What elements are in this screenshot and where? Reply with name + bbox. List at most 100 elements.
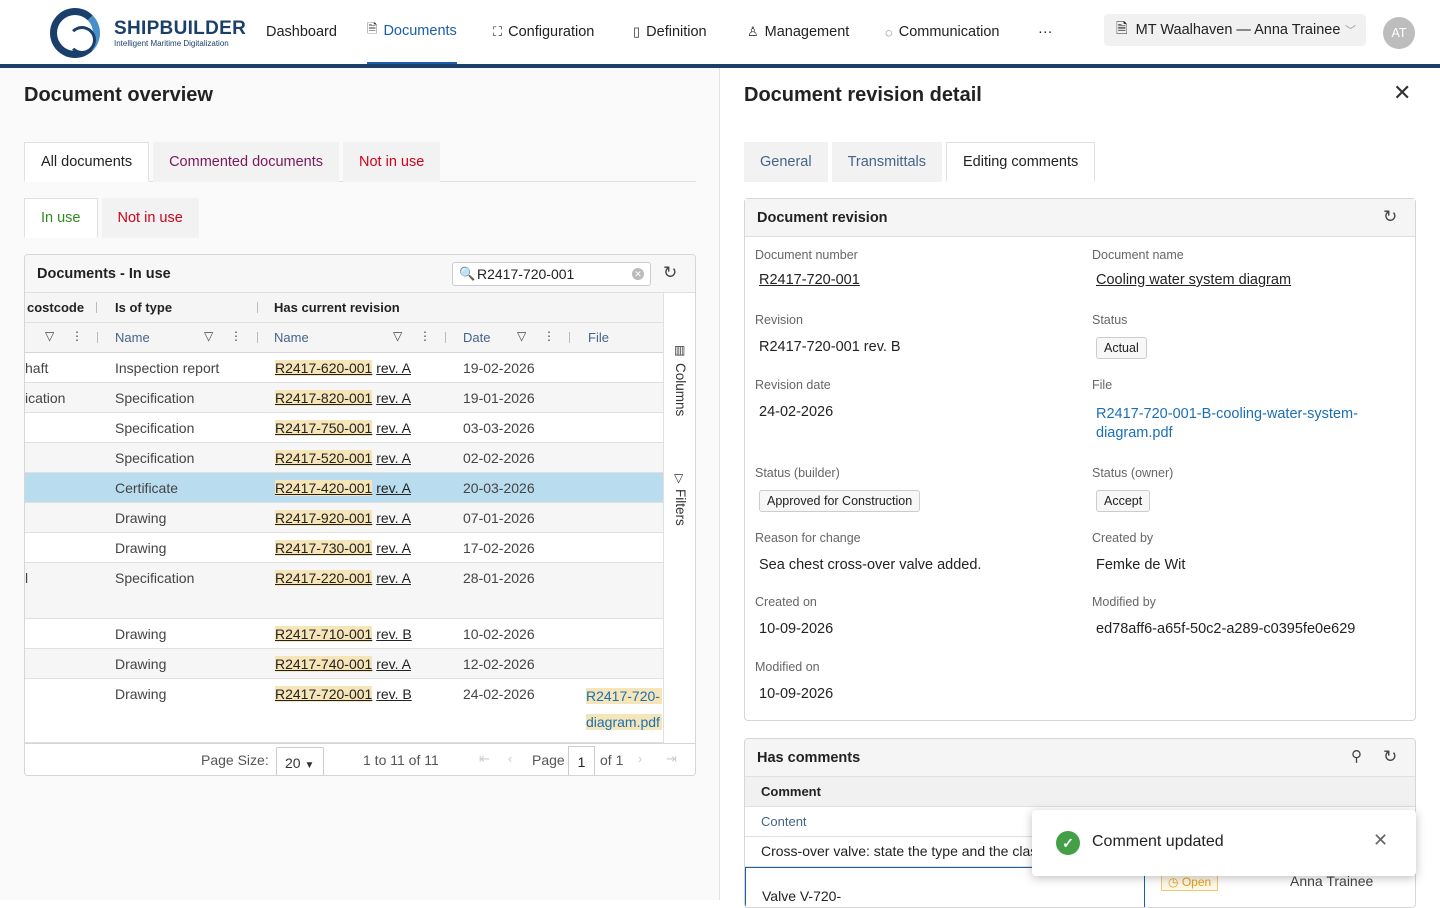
nav-management[interactable]: ♙ Management <box>747 0 849 64</box>
revision-cell[interactable]: R2417-920-001 rev. A <box>275 510 411 526</box>
revision-cell[interactable]: R2417-730-001 rev. A <box>275 540 411 556</box>
document-link[interactable]: R2417-220-001 <box>275 570 373 586</box>
table-row[interactable]: haft Inspection report R2417-620-001 rev. … <box>25 353 663 383</box>
document-link[interactable]: R2417-520-001 <box>275 450 373 466</box>
avatar[interactable]: AT <box>1383 17 1415 49</box>
tab-all-documents[interactable]: All documents <box>24 142 150 182</box>
open-status-label: Open <box>1181 875 1212 889</box>
document-link[interactable]: R2417-620-001 <box>275 360 373 376</box>
shipbuilder-logo[interactable]: SHIPBUILDER Intelligent Maritime Digital… <box>50 8 250 58</box>
revision-link[interactable]: rev. A <box>376 570 411 586</box>
tab-general[interactable]: General <box>744 142 828 182</box>
ship-selector[interactable]: 🗎 MT Waalhaven — Anna Trainee ﹀ <box>1104 14 1366 46</box>
filter-icon[interactable]: ▽ <box>393 329 402 343</box>
column-menu-icon[interactable]: ⋮ <box>419 329 431 343</box>
table-row[interactable]: Specification R2417-750-001 rev. A 03-03-2… <box>25 413 663 443</box>
next-page-icon[interactable]: › <box>638 751 642 766</box>
close-icon[interactable]: ✕ <box>1373 830 1388 851</box>
file-link[interactable]: R2417-720- <box>586 688 662 704</box>
table-row[interactable]: Certificate R2417-420-001 rev. A 20-03-202… <box>25 473 663 503</box>
previous-page-icon[interactable]: ‹ <box>508 751 512 766</box>
table-row[interactable]: Drawing R2417-920-001 rev. A 07-01-2026 <box>25 503 663 533</box>
refresh-icon[interactable]: ↻ <box>663 263 677 283</box>
refresh-icon[interactable]: ↻ <box>1383 207 1397 227</box>
document-link[interactable]: R2417-720-001 <box>275 686 373 702</box>
last-page-icon[interactable]: ⇥ <box>666 751 677 767</box>
table-row[interactable]: Drawing R2417-720-001 rev. B 24-02-2026 R24… <box>25 679 663 743</box>
column-menu-icon[interactable]: ⋮ <box>230 329 242 343</box>
column-date[interactable]: Date <box>463 330 490 345</box>
filters-panel-toggle[interactable]: Filters <box>673 489 688 526</box>
revision-link[interactable]: rev. A <box>376 656 411 672</box>
nav-documents[interactable]: 🗎 Documents <box>367 0 457 64</box>
tab-editing-comments[interactable]: Editing comments <box>946 142 1096 182</box>
table-row[interactable]: ication Specification R2417-820-001 rev. A… <box>25 383 663 413</box>
column-type-name[interactable]: Name <box>115 330 150 345</box>
search-input[interactable]: 🔍 R2417-720-001 ✕ <box>452 262 651 286</box>
document-link[interactable]: R2417-730-001 <box>275 540 373 556</box>
document-link[interactable]: R2417-710-001 <box>275 626 373 642</box>
table-row[interactable]: Drawing R2417-710-001 rev. B 10-02-2026 <box>25 619 663 649</box>
document-link[interactable]: R2417-420-001 <box>275 480 373 496</box>
check-icon: ✓ <box>1056 831 1080 855</box>
revision-link[interactable]: rev. A <box>376 510 411 526</box>
filter-icon[interactable]: ▽ <box>45 329 54 343</box>
page-number-input[interactable]: 1 <box>568 746 595 775</box>
search-icon[interactable]: ⚲ <box>1351 747 1362 765</box>
first-page-icon[interactable]: ⇤ <box>479 751 490 767</box>
date-cell: 07-01-2026 <box>463 510 535 526</box>
refresh-icon[interactable]: ↻ <box>1383 747 1397 767</box>
revision-cell[interactable]: R2417-740-001 rev. A <box>275 656 411 672</box>
revision-cell[interactable]: R2417-420-001 rev. A <box>275 480 411 496</box>
columns-panel-toggle[interactable]: Columns <box>673 363 688 416</box>
table-row[interactable]: Drawing R2417-730-001 rev. A 17-02-2026 <box>25 533 663 563</box>
revision-link[interactable]: rev. B <box>376 686 412 702</box>
revision-link[interactable]: rev. A <box>376 420 411 436</box>
revision-link[interactable]: rev. A <box>376 390 411 406</box>
tab-transmittals[interactable]: Transmittals <box>831 142 943 182</box>
close-icon[interactable]: ✕ <box>1393 80 1411 106</box>
revision-cell[interactable]: R2417-710-001 rev. B <box>275 626 412 642</box>
file-link-continued[interactable]: diagram.pdf <box>586 714 662 730</box>
revision-cell[interactable]: R2417-620-001 rev. A <box>275 360 411 376</box>
file-link-continued[interactable]: diagram.pdf <box>1096 425 1173 441</box>
document-name-link[interactable]: Cooling water system diagram <box>1096 272 1291 288</box>
page-size-select[interactable]: 20 ▼ <box>276 747 324 775</box>
revision-link[interactable]: rev. A <box>376 450 411 466</box>
column-revision-name[interactable]: Name <box>274 330 309 345</box>
revision-link[interactable]: rev. A <box>376 360 411 376</box>
nav-dashboard[interactable]: Dashboard <box>266 0 337 64</box>
column-menu-icon[interactable]: ⋮ <box>543 329 555 343</box>
nav-definition[interactable]: ▯ Definition <box>633 0 707 64</box>
revision-link[interactable]: rev. B <box>376 626 412 642</box>
tab-not-in-use[interactable]: Not in use <box>343 142 441 182</box>
nav-communication[interactable]: ◌ Communication <box>885 0 999 64</box>
revision-cell[interactable]: R2417-520-001 rev. A <box>275 450 411 466</box>
nav-configuration[interactable]: ⛶ Configuration <box>493 0 594 64</box>
subtab-in-use[interactable]: In use <box>24 198 98 238</box>
revision-cell[interactable]: R2417-220-001 rev. A <box>275 570 411 586</box>
tab-commented-documents[interactable]: Commented documents <box>153 142 340 182</box>
document-link[interactable]: R2417-820-001 <box>275 390 373 406</box>
clear-search-icon[interactable]: ✕ <box>632 268 644 280</box>
document-link[interactable]: R2417-920-001 <box>275 510 373 526</box>
file-link[interactable]: R2417-720-001-B-cooling-water-system- <box>1096 406 1358 422</box>
revision-link[interactable]: rev. A <box>376 540 411 556</box>
revision-cell[interactable]: R2417-750-001 rev. A <box>275 420 411 436</box>
table-row[interactable]: Specification R2417-520-001 rev. A 02-02-2… <box>25 443 663 473</box>
filter-icon[interactable]: ▽ <box>517 329 526 343</box>
column-file[interactable]: File <box>588 330 609 345</box>
nav-more-button[interactable]: ··· <box>1038 0 1053 64</box>
revision-link[interactable]: rev. A <box>376 480 411 496</box>
revision-cell[interactable]: R2417-820-001 rev. A <box>275 390 411 406</box>
document-link[interactable]: R2417-750-001 <box>275 420 373 436</box>
document-number-link[interactable]: R2417-720-001 <box>759 272 860 288</box>
column-menu-icon[interactable]: ⋮ <box>71 329 83 343</box>
filter-icon[interactable]: ▽ <box>204 329 213 343</box>
nav-communication-label: Communication <box>898 24 1000 40</box>
table-row[interactable]: l Specification R2417-220-001 rev. A 28-01-… <box>25 563 663 619</box>
subtab-not-in-use[interactable]: Not in use <box>101 198 199 238</box>
revision-cell[interactable]: R2417-720-001 rev. B <box>275 686 412 702</box>
table-row[interactable]: Drawing R2417-740-001 rev. A 12-02-2026 <box>25 649 663 679</box>
document-link[interactable]: R2417-740-001 <box>275 656 373 672</box>
